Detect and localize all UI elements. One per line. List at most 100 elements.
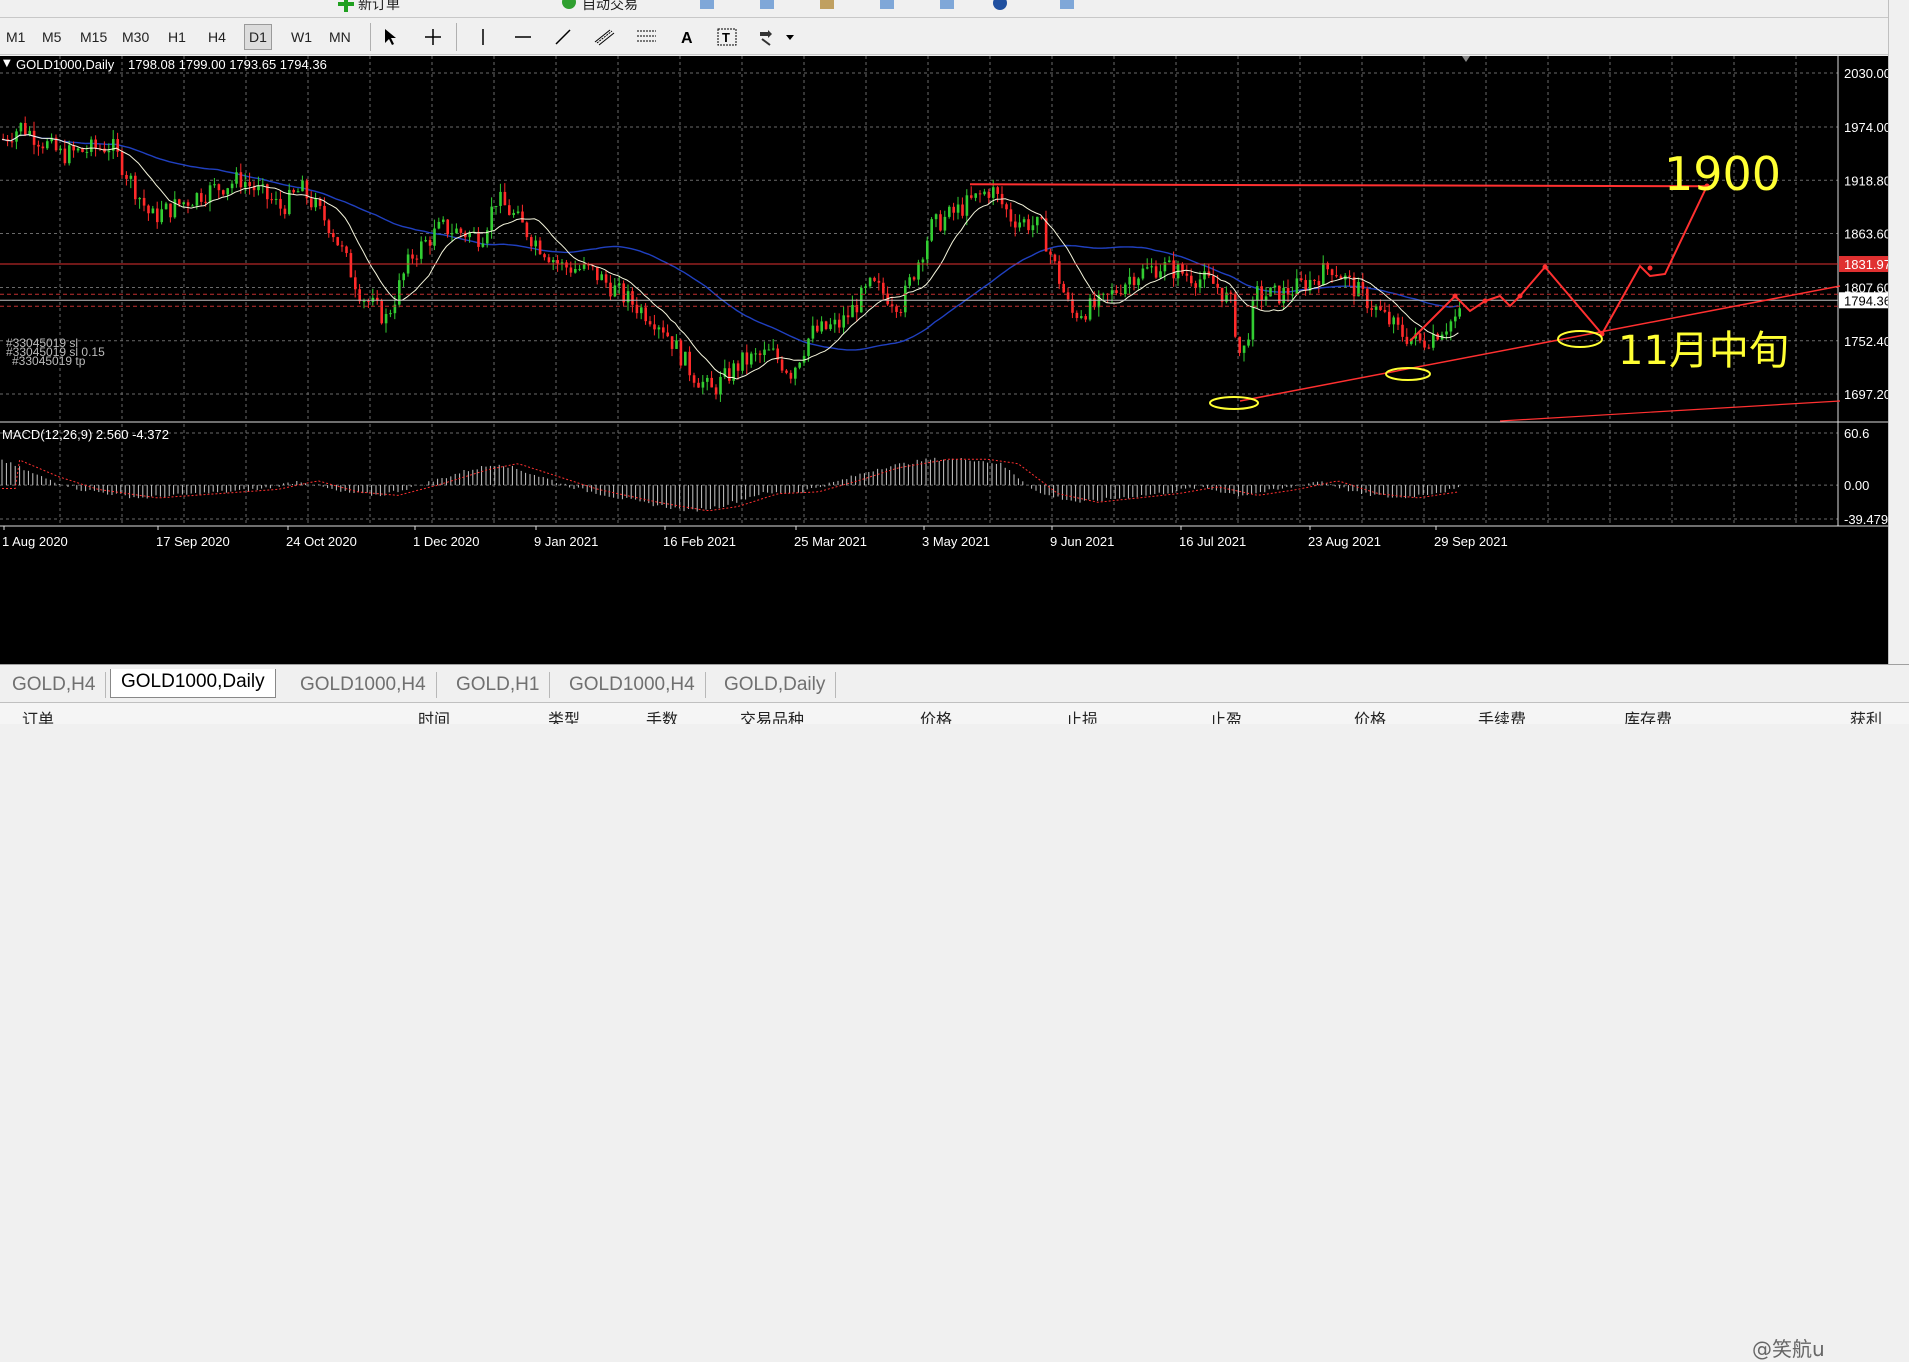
col-profit[interactable]: 获利 [1850, 706, 1882, 724]
timeframe-d1[interactable]: D1 [244, 24, 272, 50]
col-price[interactable]: 价格 [920, 706, 952, 724]
candle-body [1163, 262, 1167, 272]
autotrading-icon[interactable] [560, 0, 578, 12]
chart-header-triangle-icon[interactable]: ▼ [3, 58, 11, 69]
candle-body [912, 277, 916, 280]
candle-body [565, 262, 568, 268]
arrows-icon[interactable] [756, 25, 800, 49]
col-type[interactable]: 类型 [548, 706, 580, 724]
timeframe-m5[interactable]: M5 [38, 25, 65, 49]
candle-body [169, 203, 172, 218]
candle-body [19, 122, 23, 132]
candle-body [1058, 261, 1061, 284]
candle-body [37, 144, 40, 147]
new-order-icon[interactable] [338, 0, 354, 12]
candle-body [367, 300, 370, 302]
price-chart[interactable]: 2030.001974.001918.801863.601807.601752.… [0, 56, 1888, 664]
chart-header-ohlc: 1798.08 1799.00 1793.65 1794.36 [128, 57, 327, 72]
cursor-icon[interactable] [378, 25, 404, 49]
tab-gold1000-h4[interactable]: GOLD1000,H4 [290, 672, 437, 698]
equidistant-channel-icon[interactable] [592, 25, 618, 49]
candle-body [380, 300, 383, 324]
tab-gold-h4[interactable]: GOLD,H4 [2, 672, 107, 698]
text-label-icon[interactable]: T [714, 25, 740, 49]
candle-body [547, 257, 551, 263]
candle-body [28, 130, 31, 135]
timeframe-h1[interactable]: H1 [164, 25, 190, 49]
col-commission[interactable]: 手续费 [1478, 706, 1526, 724]
candle-body [310, 198, 313, 208]
col-symbol[interactable]: 交易品种 [740, 706, 804, 724]
timeframe-mn[interactable]: MN [325, 25, 355, 49]
autotrading-button[interactable]: 自动交易 [582, 0, 638, 14]
text-icon[interactable]: A [674, 25, 700, 49]
candle-body [283, 208, 287, 215]
candle-body [420, 241, 423, 259]
target-line [969, 183, 1711, 188]
candle-body [934, 214, 938, 220]
candle-body [833, 319, 837, 325]
col-price2[interactable]: 价格 [1354, 706, 1386, 724]
candle-body [618, 283, 621, 286]
tab-gold-daily[interactable]: GOLD,Daily [714, 672, 837, 698]
candle-body [1247, 339, 1250, 346]
candle-body [604, 274, 608, 283]
candle-body [1269, 287, 1272, 297]
ma-slow-line [1, 133, 1459, 351]
candle-body [389, 313, 392, 315]
candle-body [846, 315, 850, 318]
col-tp[interactable]: 止盈 [1210, 706, 1242, 724]
date-axis-label: 16 Feb 2021 [663, 534, 736, 549]
crosshair-icon[interactable] [420, 25, 446, 49]
timeframe-h4[interactable]: H4 [204, 25, 230, 49]
moving-average-slow [1, 133, 1459, 351]
candle-body [446, 219, 449, 235]
col-lots[interactable]: 手数 [646, 706, 678, 724]
tab-gold1000-daily[interactable]: GOLD1000,Daily [110, 669, 276, 698]
candle-body [1044, 218, 1048, 252]
tab-gold1000-h4-2[interactable]: GOLD1000,H4 [559, 672, 706, 698]
candle-body [459, 228, 463, 233]
col-order[interactable]: 订单 [22, 706, 54, 724]
candle-body [552, 260, 555, 263]
candle-body [741, 352, 744, 371]
candle-body [1049, 251, 1052, 255]
candle-body [644, 307, 647, 322]
col-time[interactable]: 时间 [418, 706, 450, 724]
timeframe-m30[interactable]: M30 [118, 25, 153, 49]
date-axis-label: 16 Jul 2021 [1179, 534, 1246, 549]
candle-body [46, 141, 49, 149]
svg-text:T: T [722, 30, 730, 45]
timeframe-w1[interactable]: W1 [287, 25, 316, 49]
tab-gold-h1[interactable]: GOLD,H1 [446, 672, 551, 698]
chart-window[interactable]: 2030.00 1974.00 1918.80 1863.60 1807.60 1752.… [0, 56, 1909, 664]
candle-body [1392, 317, 1395, 325]
timeframe-m15[interactable]: M15 [76, 25, 111, 49]
candle-body [648, 321, 652, 325]
fibonacci-icon[interactable] [634, 25, 660, 49]
candle-body [1436, 333, 1439, 340]
timeframe-m1[interactable]: M1 [2, 25, 29, 49]
candle-body [1146, 267, 1149, 269]
candle-body [1423, 340, 1426, 348]
date-axis-label: 1 Dec 2020 [413, 534, 480, 549]
candle-body [1168, 260, 1171, 263]
new-order-button[interactable]: 新订单 [358, 0, 400, 14]
candle-body [1075, 312, 1079, 318]
forecast-arrowhead [1482, 298, 1488, 304]
col-sl[interactable]: 止损 [1066, 706, 1098, 724]
candle-body [1084, 316, 1087, 320]
horizontal-line-icon[interactable] [510, 25, 536, 49]
candle-body [688, 351, 691, 376]
trendline-icon[interactable] [550, 25, 576, 49]
candle-body [877, 280, 881, 283]
candle-body [477, 231, 480, 247]
candle-body [736, 363, 740, 371]
vertical-line-icon[interactable] [470, 25, 496, 49]
col-swap[interactable]: 库存费 [1624, 706, 1672, 724]
candle-body [94, 139, 97, 149]
candle-body [1062, 283, 1065, 293]
candle-body [622, 283, 625, 303]
candle-body [398, 280, 401, 305]
candle-body [1066, 292, 1070, 300]
